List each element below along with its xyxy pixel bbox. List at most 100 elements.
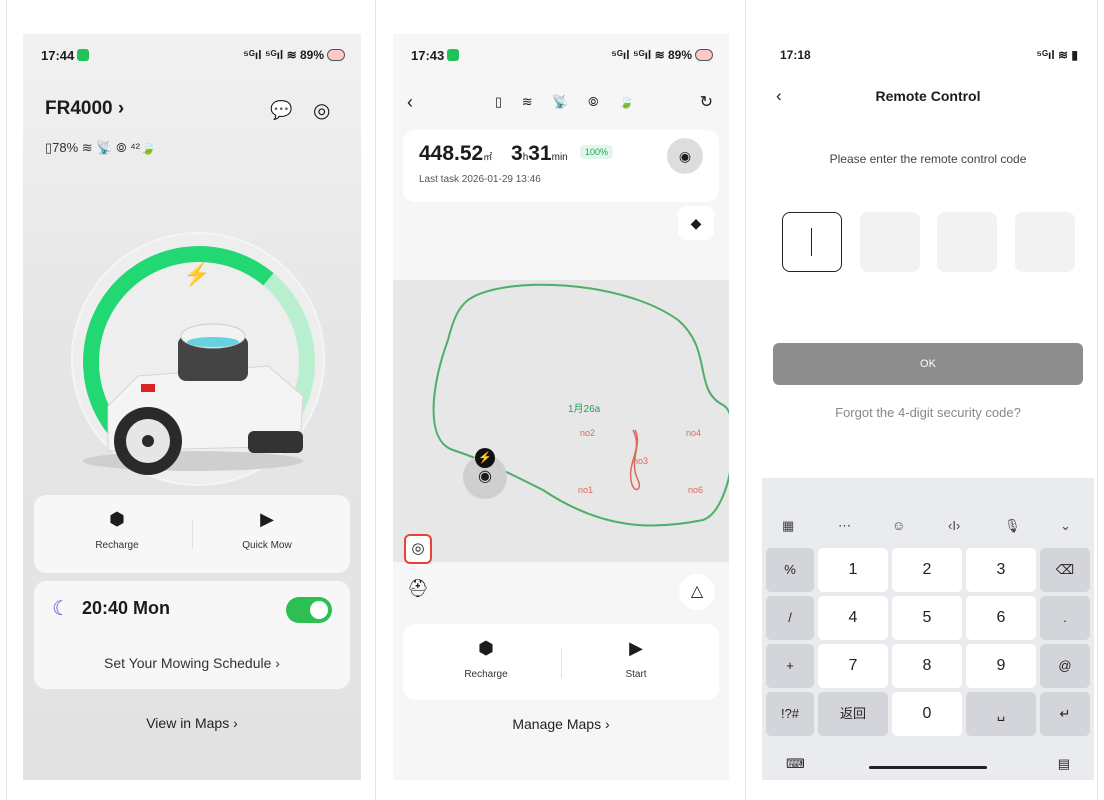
- backspace-key[interactable]: ⌫: [1040, 548, 1090, 592]
- key-dot[interactable]: .: [1040, 596, 1090, 640]
- home-plug-icon: ⬢: [109, 509, 125, 529]
- keyboard-switch-icon[interactable]: ⌨: [786, 756, 805, 772]
- cursor-icon[interactable]: ‹I›: [948, 518, 960, 533]
- divider: [192, 519, 193, 549]
- key-2[interactable]: 2: [892, 548, 962, 592]
- wechat-icon: [77, 49, 90, 61]
- charging-station-icon: ⚡: [475, 448, 495, 468]
- lawn-map[interactable]: 1月26a no2 no4 no3 no1 no6 ◉ ⚡: [393, 280, 729, 562]
- charging-icon: ⚡: [183, 262, 211, 287]
- back-icon[interactable]: ‹: [407, 92, 413, 113]
- settings-icon[interactable]: ◎: [313, 98, 330, 123]
- mowed-area: 448.52㎡: [419, 142, 493, 165]
- schedule-toggle[interactable]: [286, 597, 332, 623]
- robot-avatar-icon: ◉: [667, 138, 703, 174]
- key-percent[interactable]: %: [766, 548, 814, 592]
- grid-icon[interactable]: ▦: [782, 518, 794, 534]
- key-3[interactable]: 3: [966, 548, 1036, 592]
- set-schedule-link[interactable]: Set Your Mowing Schedule ›: [34, 655, 350, 671]
- cloud-icon: [327, 49, 345, 61]
- key-5[interactable]: 5: [892, 596, 962, 640]
- recharge-button[interactable]: ⬢ Recharge: [62, 509, 172, 551]
- chevron-down-icon[interactable]: ⌄: [1060, 518, 1071, 534]
- device-title[interactable]: FR4000 ›: [45, 98, 124, 120]
- task-stats-card: 448.52㎡ 3h31min 100% Last task 2026-01-2…: [403, 130, 719, 202]
- map-marker[interactable]: no3: [633, 456, 648, 466]
- message-icon[interactable]: 💬: [270, 100, 292, 121]
- map-nav-bar: ‹ ▯ ≋ 📡 ⦾ 🍃 ↻: [393, 92, 729, 116]
- key-symbols[interactable]: !?#: [766, 692, 814, 736]
- page-title: Remote Control: [875, 88, 981, 104]
- device-home-screen: 17:44 ⁵ᴳıl ⁵ᴳıl ≋ 89% FR4000 › 💬 ◎ ▯78% …: [23, 34, 361, 780]
- schedule-time: 20:40 Mon: [82, 598, 171, 618]
- microphone-icon[interactable]: 🎙: [1004, 518, 1021, 534]
- navigation-arrow-icon[interactable]: △: [679, 574, 715, 610]
- key-plus[interactable]: +: [766, 644, 814, 688]
- key-4[interactable]: 4: [818, 596, 888, 640]
- forgot-code-link[interactable]: Forgot the 4-digit security code?: [762, 405, 1094, 420]
- status-bar: 17:43 ⁵ᴳıl ⁵ᴳıl ≋ 89%: [393, 46, 729, 68]
- play-icon: ▶: [629, 638, 643, 658]
- mower-image: [83, 323, 304, 475]
- device-status-icons: ▯ ≋ 📡 ⦾ 🍃: [495, 94, 643, 109]
- home-plug-icon: ⬢: [478, 638, 494, 658]
- space-key[interactable]: ␣: [966, 692, 1036, 736]
- clipboard-icon[interactable]: ▤: [1058, 756, 1070, 772]
- enter-key[interactable]: ↵: [1040, 692, 1090, 736]
- key-6[interactable]: 6: [966, 596, 1036, 640]
- title-bar: ‹ Remote Control: [762, 86, 1094, 110]
- code-digit-4[interactable]: [1015, 212, 1075, 272]
- remote-control-icon[interactable]: ⛑: [407, 579, 429, 599]
- map-marker[interactable]: no6: [688, 485, 703, 495]
- start-button[interactable]: ▶ Start: [581, 638, 691, 680]
- key-return-cn[interactable]: 返回: [818, 692, 888, 736]
- code-digit-3[interactable]: [937, 212, 997, 272]
- action-card: ⬢ Recharge ▶ Start: [403, 624, 719, 700]
- key-7[interactable]: 7: [818, 644, 888, 688]
- play-icon: ▶: [260, 509, 274, 529]
- keyboard-bottom-bar: ⌨ ▤: [762, 756, 1094, 776]
- key-9[interactable]: 9: [966, 644, 1036, 688]
- action-card: ⬢ Recharge ▶ Quick Mow: [34, 495, 350, 573]
- keyboard-toolbar: ▦ ⋯ ☺ ‹I› 🎙 ⌄: [762, 512, 1094, 542]
- emoji-icon[interactable]: ☺: [892, 518, 905, 533]
- key-0[interactable]: 0: [892, 692, 962, 736]
- last-task-time: Last task 2026-01-29 13:46: [419, 174, 541, 185]
- manage-maps-link[interactable]: Manage Maps ›: [393, 716, 729, 732]
- task-duration: 3h31min: [511, 142, 568, 165]
- status-bar: 17:18 ⁵ᴳıl ≋ ▮: [762, 46, 1094, 68]
- map-canvas: [432, 283, 729, 527]
- divider: [561, 648, 562, 678]
- status-bar: 17:44 ⁵ᴳıl ⁵ᴳıl ≋ 89%: [23, 46, 361, 68]
- layers-button[interactable]: ◆: [678, 206, 714, 240]
- ok-button[interactable]: OK: [773, 343, 1083, 385]
- status-time: 17:43: [411, 48, 460, 63]
- code-digit-1[interactable]: [782, 212, 842, 272]
- numeric-keyboard: ▦ ⋯ ☺ ‹I› 🎙 ⌄ % 1 2 3 ⌫ / 4 5 6 . + 7 8 …: [762, 478, 1094, 780]
- refresh-icon[interactable]: ↻: [700, 92, 713, 112]
- code-digit-2[interactable]: [860, 212, 920, 272]
- recharge-button[interactable]: ⬢ Recharge: [431, 638, 541, 680]
- key-slash[interactable]: /: [766, 596, 814, 640]
- map-marker[interactable]: no1: [578, 485, 593, 495]
- locate-icon[interactable]: ◎: [404, 534, 432, 564]
- keyboard-layout-icon[interactable]: ⋯: [838, 518, 851, 534]
- quick-mow-button[interactable]: ▶ Quick Mow: [212, 509, 322, 551]
- view-in-maps-link[interactable]: View in Maps ›: [23, 715, 361, 731]
- device-status-row: ▯78% ≋ 📡 ⦾ ⁴²🍃: [45, 140, 157, 155]
- map-marker[interactable]: no2: [580, 428, 595, 438]
- status-indicators: ⁵ᴳıl ⁵ᴳıl ≋ 89%: [243, 48, 345, 62]
- key-8[interactable]: 8: [892, 644, 962, 688]
- wechat-icon: [447, 49, 460, 61]
- map-screen: 17:43 ⁵ᴳıl ⁵ᴳıl ≋ 89% ‹ ▯ ≋ 📡 ⦾ 🍃 ↻ 448.…: [393, 34, 729, 780]
- home-indicator: [869, 766, 987, 769]
- remote-control-screen: 17:18 ⁵ᴳıl ≋ ▮ ‹ Remote Control Please e…: [762, 34, 1094, 780]
- moon-icon: ☾: [52, 598, 70, 620]
- status-indicators: ⁵ᴳıl ⁵ᴳıl ≋ 89%: [611, 48, 713, 62]
- key-at[interactable]: @: [1040, 644, 1090, 688]
- code-prompt: Please enter the remote control code: [829, 152, 1027, 166]
- map-marker[interactable]: no4: [686, 428, 701, 438]
- key-1[interactable]: 1: [818, 548, 888, 592]
- cloud-icon: [695, 49, 713, 61]
- status-time: 17:44: [41, 48, 90, 63]
